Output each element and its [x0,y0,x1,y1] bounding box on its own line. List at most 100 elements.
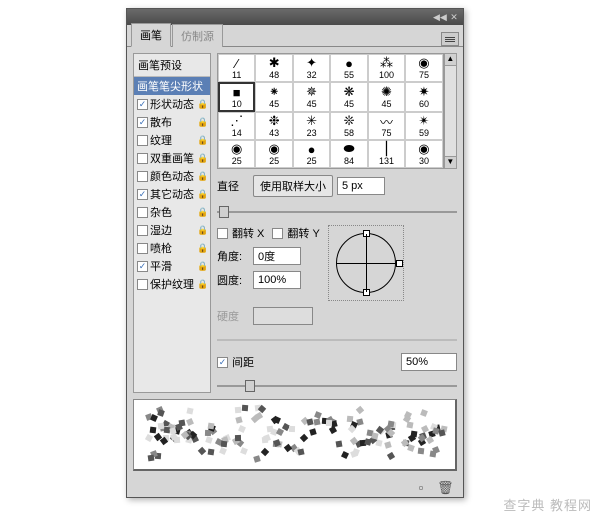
sidebar-item-7[interactable]: 杂色🔒 [134,203,210,221]
lock-icon: 🔒 [197,225,207,235]
use-sample-size-button[interactable]: 使用取样大小 [253,175,333,197]
lock-icon: 🔒 [197,99,207,109]
tab-row: 画笔 仿制源 [127,25,463,47]
sidebar-checkbox-8[interactable] [137,225,148,236]
sidebar-checkbox-11[interactable] [137,279,148,290]
angle-field[interactable] [253,247,301,265]
collapse-icon[interactable]: ◀◀ [433,12,443,22]
brush-cell-14[interactable]: ⋰14 [218,112,255,140]
brush-cell-59[interactable]: ✴59 [405,112,442,140]
brush-cell-30[interactable]: ◉30 [405,140,442,168]
brush-cell-23[interactable]: ✳23 [293,112,330,140]
sidebar-checkbox-3[interactable] [137,135,148,146]
brush-cell-25[interactable]: ◉25 [255,140,292,168]
sidebar-header[interactable]: 画笔预设 [134,54,210,77]
brush-cell-60[interactable]: ✷60 [405,82,442,112]
flip-y-checkbox[interactable] [272,228,283,239]
brush-cell-32[interactable]: ✦32 [293,54,330,82]
brush-cell-48[interactable]: ✱48 [255,54,292,82]
brush-cell-45[interactable]: ✺45 [368,82,405,112]
brush-cell-84[interactable]: ⬬84 [330,140,367,168]
brush-cell-25[interactable]: ◉25 [218,140,255,168]
brush-cell-45[interactable]: ⁕45 [255,82,292,112]
sidebar-checkbox-5[interactable] [137,171,148,182]
brush-cell-100[interactable]: ⁂100 [368,54,405,82]
panel-menu-icon[interactable] [441,32,459,46]
scroll-up-icon[interactable]: ▲ [445,54,456,66]
tab-brush[interactable]: 画笔 [131,23,171,47]
brush-cell-75[interactable]: ◉75 [405,54,442,82]
flip-x-checkbox[interactable] [217,228,228,239]
brush-grid-scrollbar[interactable]: ▲ ▼ [444,53,457,169]
tab-clone[interactable]: 仿制源 [172,24,223,47]
diameter-field[interactable] [337,177,385,195]
sidebar-item-6[interactable]: ✓其它动态🔒 [134,185,210,203]
sidebar-label: 其它动态 [150,186,194,202]
sidebar-item-2[interactable]: ✓散布🔒 [134,113,210,131]
sidebar-item-1[interactable]: ✓形状动态🔒 [134,95,210,113]
brush-cell-10[interactable]: ■10 [218,82,255,112]
sidebar-item-5[interactable]: 颜色动态🔒 [134,167,210,185]
spacing-slider[interactable] [217,379,457,393]
brush-swatch-icon: ⋰ [228,114,246,128]
brush-swatch-icon: ◉ [228,142,246,156]
sidebar-item-9[interactable]: 喷枪🔒 [134,239,210,257]
scroll-down-icon[interactable]: ▼ [445,156,456,168]
sidebar-item-0[interactable]: 画笔笔尖形状 [134,77,210,95]
sidebar-label: 形状动态 [150,96,194,112]
brush-cell-25[interactable]: ●25 [293,140,330,168]
lock-icon: 🔒 [197,279,207,289]
brush-size-label: 60 [419,99,429,109]
brush-size-label: 10 [232,99,242,109]
brush-size-label: 84 [344,156,354,166]
lock-icon: 🔒 [197,189,207,199]
brush-swatch-icon: ✱ [265,56,283,70]
brush-cell-45[interactable]: ✵45 [293,82,330,112]
brush-cell-75[interactable]: 〰75 [368,112,405,140]
sidebar-item-4[interactable]: 双重画笔🔒 [134,149,210,167]
sidebar-checkbox-2[interactable]: ✓ [137,117,148,128]
brush-size-label: 48 [269,70,279,80]
watermark: 查字典 教程网 [503,495,592,514]
angle-control[interactable] [328,225,404,301]
new-preset-icon[interactable]: ▫ [413,480,429,496]
hardness-row: 硬度 [217,307,457,325]
brush-size-label: 45 [269,99,279,109]
sidebar: 画笔预设 画笔笔尖形状✓形状动态🔒✓散布🔒纹理🔒双重画笔🔒颜色动态🔒✓其它动态🔒… [133,53,211,393]
sidebar-checkbox-7[interactable] [137,207,148,218]
brush-panel: ◀◀ ✕ 画笔 仿制源 画笔预设 画笔笔尖形状✓形状动态🔒✓散布🔒纹理🔒双重画笔… [126,8,464,498]
brush-swatch-icon: ⎮ [378,142,396,156]
lock-icon: 🔒 [197,243,207,253]
spacing-checkbox[interactable]: ✓ [217,357,228,368]
brush-cell-131[interactable]: ⎮131 [368,140,405,168]
sidebar-item-3[interactable]: 纹理🔒 [134,131,210,149]
diameter-slider[interactable] [217,205,457,219]
lock-icon: 🔒 [197,207,207,217]
brush-swatch-icon: ∕ [228,56,246,70]
brush-size-label: 30 [419,156,429,166]
main-area: ∕11✱48✦32●55⁂100◉75■10⁕45✵45❋45✺45✷60⋰14… [217,53,457,393]
brush-cell-58[interactable]: ❊58 [330,112,367,140]
sidebar-checkbox-4[interactable] [137,153,148,164]
sidebar-item-11[interactable]: 保护纹理🔒 [134,275,210,293]
lock-icon: 🔒 [197,117,207,127]
sidebar-checkbox-6[interactable]: ✓ [137,189,148,200]
sidebar-checkbox-10[interactable]: ✓ [137,261,148,272]
brush-cell-55[interactable]: ●55 [330,54,367,82]
sidebar-checkbox-9[interactable] [137,243,148,254]
brush-cell-11[interactable]: ∕11 [218,54,255,82]
brush-size-label: 55 [344,70,354,80]
sidebar-label: 画笔笔尖形状 [137,78,203,94]
roundness-field[interactable] [253,271,301,289]
brush-swatch-icon: ✵ [303,85,321,99]
brush-size-label: 43 [269,128,279,138]
brush-cell-45[interactable]: ❋45 [330,82,367,112]
sidebar-item-10[interactable]: ✓平滑🔒 [134,257,210,275]
sidebar-checkbox-1[interactable]: ✓ [137,99,148,110]
brush-cell-43[interactable]: ❉43 [255,112,292,140]
trash-icon[interactable]: 🗑 [437,480,453,496]
sidebar-item-8[interactable]: 湿边🔒 [134,221,210,239]
brush-size-label: 45 [307,99,317,109]
close-icon[interactable]: ✕ [449,12,459,22]
spacing-field[interactable] [401,353,457,371]
